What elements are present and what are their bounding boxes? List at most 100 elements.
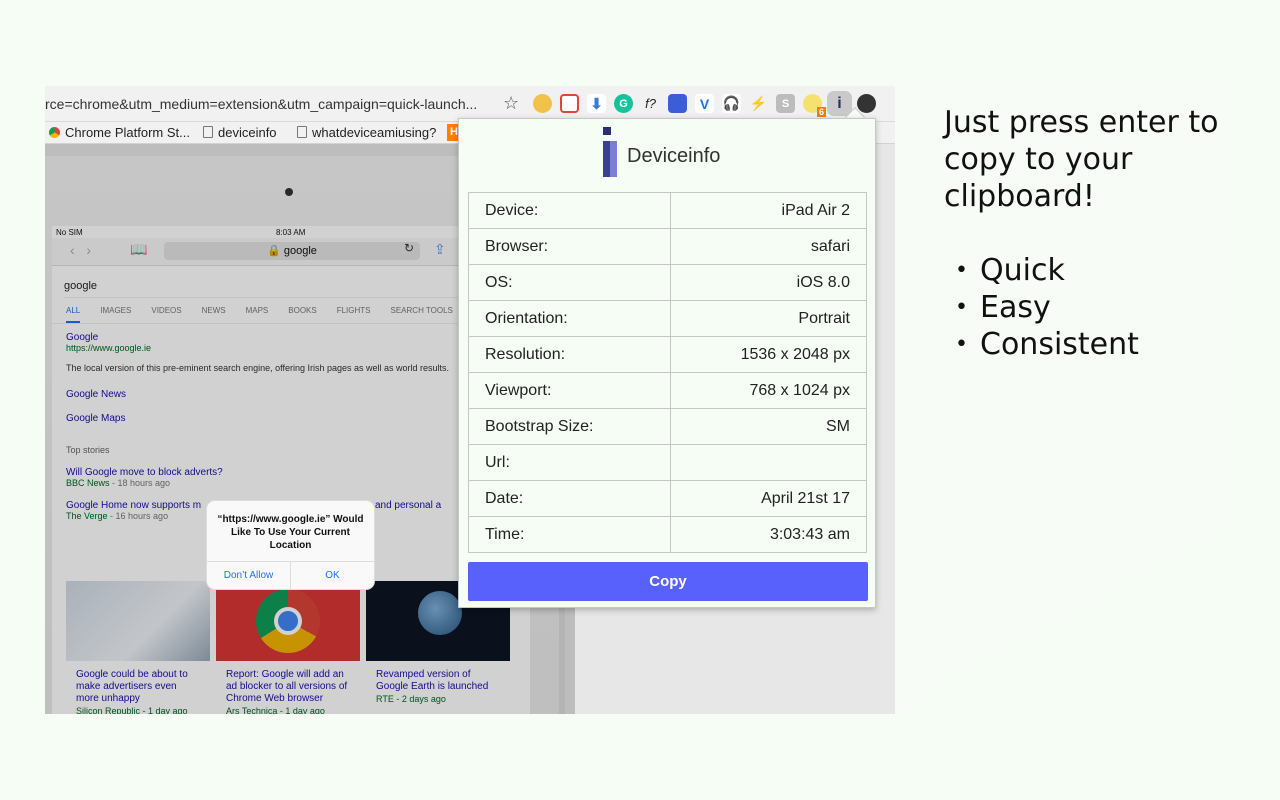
omnibar: rce=chrome&utm_medium=extension&utm_camp… [45, 86, 895, 122]
info-row: Date: April 21st 17 [468, 480, 867, 517]
extension-bulb-icon[interactable]: 6 [803, 94, 826, 117]
feature-item: Consistent [955, 326, 1139, 363]
info-value: Portrait [670, 300, 867, 337]
tab-videos[interactable]: VIDEOS [151, 306, 181, 323]
info-value: 1536 x 2048 px [670, 336, 867, 373]
info-row: OS: iOS 8.0 [468, 264, 867, 301]
copy-button[interactable]: Copy [468, 562, 868, 601]
extension-smile-icon[interactable] [533, 94, 552, 113]
extension-grammarly-icon[interactable]: G [614, 94, 633, 113]
reload-icon[interactable]: ↻ [404, 241, 414, 255]
extension-headphones-icon[interactable]: 🎧 [722, 94, 741, 113]
info-value: iOS 8.0 [670, 264, 867, 301]
extension-s-icon[interactable]: S [776, 94, 795, 113]
extension-download-icon[interactable]: ⬇ [587, 94, 606, 113]
deviceinfo-popup: Deviceinfo Device: iPad Air 2 Browser: safa… [458, 118, 876, 608]
extension-v-icon[interactable]: V [695, 94, 714, 113]
extension-badge: 6 [816, 107, 826, 117]
feature-list: Quick Easy Consistent [955, 252, 1139, 363]
info-row: Viewport: 768 x 1024 px [468, 372, 867, 409]
google-search-box[interactable]: google [64, 274, 518, 298]
extension-square-icon[interactable] [560, 94, 579, 113]
earth-icon [418, 591, 462, 635]
info-value: SM [670, 408, 867, 445]
info-row: Bootstrap Size: SM [468, 408, 867, 445]
result-title[interactable]: Google [66, 332, 516, 343]
back-forward-icon[interactable]: ‹ › [70, 242, 91, 258]
info-value [670, 444, 867, 481]
extension-ruler-icon[interactable] [668, 94, 687, 113]
card-source: Ars Technica - 1 day ago [226, 706, 325, 714]
page-icon [203, 126, 213, 138]
info-key: Url: [468, 444, 671, 481]
tab-all[interactable]: ALL [66, 306, 81, 323]
news-card[interactable]: Google could be about to make advertiser… [66, 581, 210, 714]
device-info-table: Device: iPad Air 2 Browser: safari OS: iOS 8.… [468, 192, 867, 553]
chrome-logo-icon [256, 589, 320, 653]
story-source: BBC News [66, 478, 110, 488]
tab-maps[interactable]: MAPS [246, 306, 269, 323]
carrier-label: No SIM [56, 228, 83, 237]
info-value: April 21st 17 [670, 480, 867, 517]
story-title[interactable]: Will Google move to block adverts? [66, 467, 516, 478]
story-time: - 16 hours ago [107, 511, 169, 521]
card-caption: Google could be about to make advertiser… [76, 669, 188, 704]
news-card[interactable]: Report: Google will add an ad blocker to… [216, 581, 360, 714]
card-caption: Revamped version of Google Earth is laun… [376, 669, 489, 692]
tab-books[interactable]: BOOKS [288, 306, 316, 323]
result-url: https://www.google.ie [66, 343, 152, 353]
deviceinfo-extension-icon[interactable]: i [827, 91, 852, 116]
info-key: Device: [468, 192, 671, 229]
extension-bolt-icon[interactable]: ⚡ [749, 94, 768, 113]
sitelink-maps[interactable]: Google Maps [66, 407, 516, 431]
extension-f-icon[interactable]: f? [641, 94, 660, 113]
bookmark-whatdeviceamiusing[interactable]: whatdeviceamiusing? [297, 125, 436, 140]
extension-toolbar: ⬇ G f? V 🎧 ⚡ S 6 i [533, 91, 876, 117]
address-bar[interactable]: rce=chrome&utm_medium=extension&utm_camp… [45, 96, 495, 112]
info-key: OS: [468, 264, 671, 301]
location-permission-dialog: “https://www.google.ie” Would Like To Us… [207, 501, 374, 589]
story-source: The Verge [66, 511, 108, 521]
feature-item: Easy [955, 289, 1139, 326]
promo-headline: Just press enter to copy to your clipboa… [944, 105, 1219, 214]
tab-news[interactable]: NEWS [202, 306, 226, 323]
page-icon [297, 126, 307, 138]
info-row: Url: [468, 444, 867, 481]
bookmarks-icon[interactable]: 📖 [130, 241, 147, 258]
result-description: The local version of this pre-eminent se… [66, 363, 450, 373]
card-image [216, 581, 360, 661]
info-key: Date: [468, 480, 671, 517]
info-row: Orientation: Portrait [468, 300, 867, 337]
sitelink-news[interactable]: Google News [66, 383, 516, 407]
card-source: Silicon Republic - 1 day ago [76, 706, 188, 714]
bookmark-label: deviceinfo [218, 125, 277, 140]
bookmark-star-icon[interactable]: ☆ [503, 93, 519, 114]
feature-item: Quick [955, 252, 1139, 289]
bookmark-deviceinfo[interactable]: deviceinfo [203, 125, 277, 140]
chrome-icon [49, 127, 60, 138]
tab-images[interactable]: IMAGES [100, 306, 131, 323]
info-key: Resolution: [468, 336, 671, 373]
tab-search-tools[interactable]: SEARCH TOOLS [391, 306, 453, 323]
info-row: Resolution: 1536 x 2048 px [468, 336, 867, 373]
ipad-camera [285, 188, 293, 196]
ok-button[interactable]: OK [290, 562, 374, 589]
safari-address[interactable]: 🔒 google [164, 242, 420, 260]
safari-address-text: google [283, 245, 317, 257]
info-key: Viewport: [468, 372, 671, 409]
dialog-message: “https://www.google.ie” Would Like To Us… [217, 514, 364, 551]
extension-camera-icon[interactable] [857, 94, 876, 113]
card-image [66, 581, 210, 661]
info-value: iPad Air 2 [670, 192, 867, 229]
info-value: 3:03:43 am [670, 516, 867, 553]
bookmark-label: Chrome Platform St... [65, 125, 190, 140]
bookmark-chrome-platform[interactable]: Chrome Platform St... [49, 125, 190, 140]
dont-allow-button[interactable]: Don’t Allow [207, 562, 290, 589]
popup-title: Deviceinfo [627, 145, 721, 167]
story-title[interactable]: Google Home now supports m [66, 500, 201, 511]
tab-flights[interactable]: FLIGHTS [337, 306, 371, 323]
bookmark-label: whatdeviceamiusing? [312, 125, 437, 140]
info-row: Time: 3:03:43 am [468, 516, 867, 553]
share-icon[interactable]: ⇪ [434, 241, 446, 258]
status-time: 8:03 AM [276, 228, 306, 237]
